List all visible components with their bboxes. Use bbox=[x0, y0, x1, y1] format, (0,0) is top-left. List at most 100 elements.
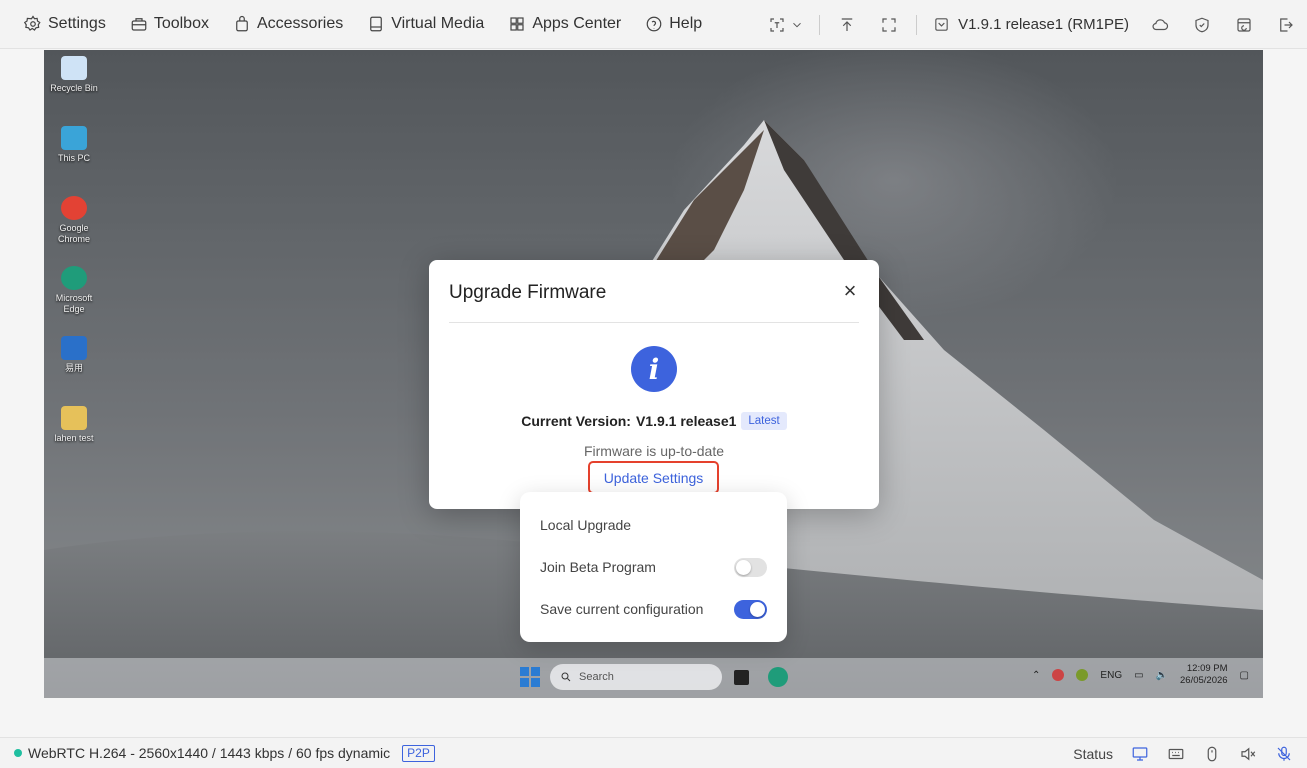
beta-program-label: Join Beta Program bbox=[540, 559, 656, 575]
tray-app-icon[interactable] bbox=[1076, 669, 1089, 681]
clock-time: 12:09 PM bbox=[1186, 663, 1228, 674]
screen-capture-dropdown[interactable] bbox=[759, 0, 813, 49]
arrow-up-to-line-icon bbox=[841, 17, 853, 31]
apps-center-menu[interactable]: Apps Center bbox=[496, 0, 633, 49]
notification-icon[interactable]: ▢ bbox=[1240, 670, 1249, 681]
upgrade-firmware-modal: Upgrade Firmware × i Current Version: V1… bbox=[429, 260, 879, 509]
desktop-icon-label: This PC bbox=[57, 153, 90, 163]
tray-app-icon[interactable] bbox=[1052, 669, 1065, 681]
chrome-icon bbox=[61, 196, 87, 220]
update-settings-popover: Local Upgrade Join Beta Program Save cur… bbox=[520, 492, 787, 642]
p2p-badge: P2P bbox=[402, 744, 435, 762]
status-label[interactable]: Status bbox=[1073, 746, 1113, 762]
logout-icon bbox=[1280, 17, 1293, 32]
gear-icon bbox=[24, 15, 41, 31]
network-icon[interactable]: ▭ bbox=[1134, 670, 1143, 681]
firmware-version-button[interactable]: V1.9.1 release1 (RM1PE) bbox=[923, 16, 1139, 33]
input-language[interactable]: ENG bbox=[1100, 670, 1122, 681]
toolbar-divider bbox=[916, 14, 918, 35]
stream-info: WebRTC H.264 - 2560x1440 / 1443 kbps / 6… bbox=[28, 745, 391, 761]
edge-taskbar-icon[interactable] bbox=[768, 667, 788, 687]
accessories-label: Accessories bbox=[256, 15, 344, 32]
security-button[interactable] bbox=[1181, 0, 1223, 49]
stream-status: WebRTC H.264 - 2560x1440 / 1443 kbps / 6… bbox=[0, 744, 435, 762]
save-config-toggle[interactable] bbox=[734, 599, 767, 619]
update-settings-link[interactable]: Update Settings bbox=[588, 461, 719, 494]
taskbar-search-placeholder: Search bbox=[579, 671, 614, 683]
chevron-down-icon bbox=[793, 22, 801, 27]
virtual-media-label: Virtual Media bbox=[391, 15, 485, 32]
current-version-value: V1.9.1 release1 bbox=[635, 413, 737, 429]
taskbar-app-icon[interactable] bbox=[734, 670, 749, 685]
toolbar-divider bbox=[819, 14, 821, 35]
beta-program-toggle[interactable] bbox=[734, 557, 767, 577]
settings-menu[interactable]: Settings bbox=[0, 0, 118, 49]
desktop-icon-label: Google Chrome bbox=[57, 223, 90, 244]
toolbox-icon bbox=[131, 18, 147, 31]
status-right-group: Status bbox=[1073, 738, 1293, 768]
microphone-muted-icon[interactable] bbox=[1275, 745, 1293, 763]
desktop-icon-edge[interactable]: Microsoft Edge bbox=[44, 266, 104, 315]
close-icon[interactable]: × bbox=[839, 280, 861, 302]
firmware-version-label: V1.9.1 release1 (RM1PE) bbox=[958, 16, 1129, 33]
desktop-icon-app[interactable]: 易用 bbox=[44, 336, 104, 374]
connection-dot-icon bbox=[14, 749, 22, 757]
shield-check-icon bbox=[1195, 17, 1209, 32]
monitor-icon[interactable] bbox=[1131, 745, 1149, 763]
save-config-row: Save current configuration bbox=[540, 597, 767, 621]
current-version-line: Current Version: V1.9.1 release1 Latest bbox=[429, 412, 879, 430]
desktop-icon-this-pc[interactable]: This PC bbox=[44, 126, 104, 164]
windows-taskbar: Search ⌃ ENG ▭ 🔈 12:09 PM 26/05/2026 ▢ bbox=[44, 658, 1263, 698]
app-icon bbox=[61, 336, 87, 360]
virtual-media-menu[interactable]: Virtual Media bbox=[355, 0, 496, 49]
current-version-prefix: Current Version: bbox=[521, 413, 631, 429]
settings-label: Settings bbox=[48, 15, 106, 32]
window-refresh-icon bbox=[1237, 17, 1251, 32]
local-upgrade-label: Local Upgrade bbox=[540, 517, 632, 533]
toolbar-right-group: V1.9.1 release1 (RM1PE) bbox=[759, 0, 1307, 49]
session-button[interactable] bbox=[1223, 0, 1265, 49]
fullscreen-icon bbox=[882, 17, 896, 32]
local-upgrade-item[interactable]: Local Upgrade bbox=[540, 513, 767, 537]
help-menu[interactable]: Help bbox=[633, 0, 714, 49]
cloud-status-button[interactable] bbox=[1139, 0, 1181, 49]
beta-program-row: Join Beta Program bbox=[540, 555, 767, 579]
modal-title: Upgrade Firmware bbox=[449, 282, 607, 303]
system-tray: ⌃ ENG ▭ 🔈 12:09 PM 26/05/2026 ▢ bbox=[1032, 663, 1249, 687]
firmware-status-text: Firmware is up-to-date bbox=[583, 443, 725, 459]
info-icon: i bbox=[631, 346, 677, 392]
desktop-icon-chrome[interactable]: Google Chrome bbox=[44, 196, 104, 245]
desktop-icon-label: 易用 bbox=[64, 363, 83, 373]
logout-button[interactable] bbox=[1265, 0, 1307, 49]
toolbox-menu[interactable]: Toolbox bbox=[118, 0, 221, 49]
mouse-icon[interactable] bbox=[1203, 745, 1221, 763]
desktop-icon-folder[interactable]: lahen test bbox=[44, 406, 104, 444]
accessories-menu[interactable]: Accessories bbox=[221, 0, 355, 49]
help-label: Help bbox=[669, 15, 703, 32]
speaker-muted-icon[interactable] bbox=[1239, 745, 1257, 763]
taskbar-search[interactable]: Search bbox=[550, 664, 722, 690]
cloud-icon bbox=[1152, 18, 1169, 30]
clock-date: 26/05/2026 bbox=[1180, 675, 1228, 686]
toolbox-label: Toolbox bbox=[153, 15, 209, 32]
desktop-icon-recycle-bin[interactable]: Recycle Bin bbox=[44, 56, 104, 94]
latest-badge: Latest bbox=[741, 412, 787, 430]
edge-icon bbox=[61, 266, 87, 290]
recycle-bin-icon bbox=[61, 56, 87, 80]
fullscreen-button[interactable] bbox=[868, 0, 910, 49]
search-icon bbox=[561, 672, 571, 682]
upload-button[interactable] bbox=[826, 0, 868, 49]
desktop-icon-label: Microsoft Edge bbox=[55, 293, 93, 314]
apps-grid-icon bbox=[510, 17, 524, 31]
keyboard-icon[interactable] bbox=[1167, 745, 1185, 763]
help-circle-icon bbox=[646, 16, 662, 32]
monitor-icon bbox=[61, 126, 87, 150]
windows-start-icon[interactable] bbox=[520, 667, 540, 687]
apps-center-label: Apps Center bbox=[532, 15, 622, 32]
scan-text-icon bbox=[770, 17, 784, 32]
chevron-up-icon[interactable]: ⌃ bbox=[1032, 670, 1040, 681]
desktop-icon-label: lahen test bbox=[54, 433, 94, 443]
drive-icon bbox=[370, 16, 383, 32]
taskbar-clock[interactable]: 12:09 PM 26/05/2026 bbox=[1180, 663, 1228, 687]
volume-icon[interactable]: 🔈 bbox=[1156, 670, 1168, 681]
